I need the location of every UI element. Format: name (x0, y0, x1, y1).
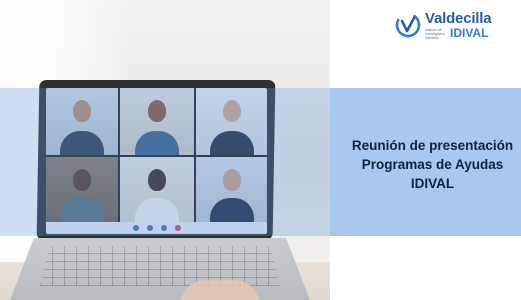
logo-brand: IDIVAL (450, 26, 489, 40)
valdecilla-logo: Valdecilla Instituto de Investigación Sa… (395, 10, 515, 44)
headline-line-3: IDIVAL (410, 176, 455, 191)
headline-line-1: Reunión de presentación (351, 138, 514, 153)
logo-mark-icon (395, 12, 421, 38)
logo-subtitle: Instituto de Investigación Sanitaria (425, 28, 445, 40)
keyboard-keys (40, 246, 280, 286)
headline: Reunión de presentación Programas de Ayu… (330, 136, 521, 193)
logo-name: Valdecilla (425, 10, 492, 27)
headline-line-2: Programas de Ayudas (361, 157, 504, 172)
